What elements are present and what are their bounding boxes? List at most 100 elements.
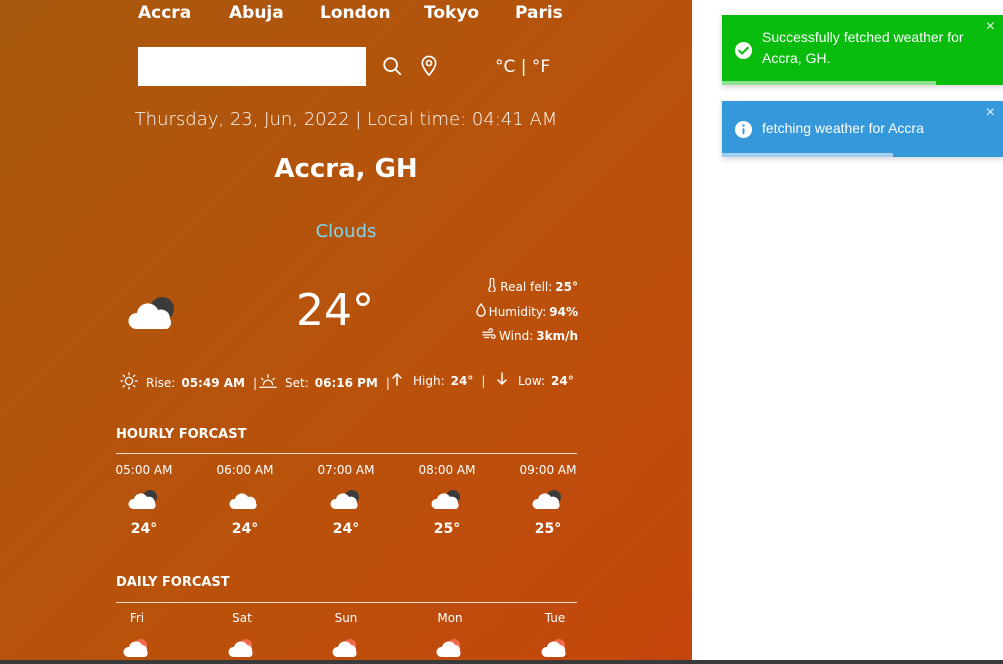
sunset-segment: Set: 06:16 PM | (259, 372, 390, 393)
city-button-accra[interactable]: Accra (138, 3, 191, 23)
high-label: High: (413, 373, 445, 388)
separator: | (385, 375, 390, 390)
cloud-sun-rain-icon (433, 635, 467, 659)
sunrise-segment: Rise: 05:49 AM | (120, 372, 257, 393)
arrow-down-icon (496, 372, 508, 389)
daily-day: Tue (544, 611, 566, 625)
high-value: 24° (450, 373, 474, 388)
hourly-temp: 25° (433, 521, 461, 537)
cloud-sun-rain-icon (329, 635, 363, 659)
separator: | (481, 373, 486, 388)
hourly-forecast-title: HOURLY FORCAST (116, 427, 247, 442)
unit-toggle: °C | °F (495, 57, 550, 77)
low-segment: Low: 24° (496, 372, 574, 389)
success-toast[interactable]: Successfully fetched weather for Accra, … (722, 15, 1003, 85)
daily-item: Mon (415, 611, 485, 659)
sunset-icon (259, 372, 277, 393)
location-title: Accra, GH (274, 154, 418, 184)
sunset-label: Set: (285, 375, 309, 390)
hourly-item: 06:00 AM 24° (210, 463, 280, 537)
cloud-sun-rain-icon (225, 635, 259, 659)
cloud-moon-icon (127, 487, 161, 511)
daily-item: Fri (102, 611, 172, 659)
low-value: 24° (551, 373, 574, 388)
info-toast[interactable]: fetching weather for Accra × (722, 101, 1003, 157)
hourly-time: 06:00 AM (216, 463, 274, 477)
city-button-tokyo[interactable]: Tokyo (424, 3, 479, 23)
cloud-sun-rain-icon (538, 635, 572, 659)
humidity-label: Humidity: (488, 304, 547, 319)
toast-progress-bar (722, 153, 894, 157)
check-circle-icon (734, 41, 753, 60)
city-button-abuja[interactable]: Abuja (229, 3, 284, 23)
sunrise-value: 05:49 AM (181, 375, 245, 390)
close-icon[interactable]: × (986, 18, 995, 36)
high-segment: High: 24° | (391, 372, 485, 389)
hourly-time: 09:00 AM (519, 463, 577, 477)
daily-item: Tue (520, 611, 590, 659)
cloud-moon-icon (430, 487, 464, 511)
wind-row: Wind: 3km/h (482, 328, 578, 343)
humidity-value: 94% (549, 304, 578, 319)
location-pin-icon[interactable] (417, 54, 441, 78)
hourly-item: 07:00 AM 24° (311, 463, 381, 537)
wind-icon (482, 328, 496, 343)
droplet-icon (475, 302, 486, 320)
daily-item: Sat (207, 611, 277, 659)
sunset-value: 06:16 PM (314, 375, 378, 390)
sunrise-label: Rise: (146, 375, 176, 390)
divider (116, 602, 577, 603)
cloud-icon (228, 487, 262, 511)
daily-item: Sun (311, 611, 381, 659)
daily-forecast-title: DAILY FORCAST (116, 575, 230, 590)
city-button-london[interactable]: London (320, 3, 391, 23)
daily-day: Fri (129, 611, 145, 625)
daily-day: Sat (232, 611, 252, 625)
sunrise-icon (120, 372, 138, 393)
separator: | (252, 375, 258, 390)
feels-like-value: 25° (555, 279, 578, 294)
hourly-time: 05:00 AM (115, 463, 173, 477)
hourly-item: 09:00 AM 25° (513, 463, 583, 537)
weather-condition: Clouds (315, 221, 377, 242)
cloud-moon-icon (531, 487, 565, 511)
wind-value: 3km/h (536, 328, 578, 343)
humidity-row: Humidity: 94% (475, 302, 578, 320)
taskbar-edge (0, 660, 1003, 664)
arrow-up-icon (391, 372, 403, 389)
search-input[interactable] (138, 47, 366, 86)
toast-message: fetching weather for Accra (762, 120, 924, 136)
toast-message: Successfully fetched weather for Accra, … (762, 29, 964, 66)
hourly-temp: 25° (534, 521, 562, 537)
search-icon[interactable] (380, 54, 404, 78)
thermometer-icon (487, 277, 497, 295)
weather-app: Accra Abuja London Tokyo Paris °C | °F T… (0, 0, 692, 664)
local-datetime: Thursday, 23, Jun, 2022 | Local time: 04… (134, 109, 558, 130)
hourly-temp: 24° (231, 521, 259, 537)
low-label: Low: (518, 373, 546, 388)
hourly-temp: 24° (130, 521, 158, 537)
cloud-sun-rain-icon (120, 635, 154, 659)
hourly-item: 08:00 AM 25° (412, 463, 482, 537)
hourly-time: 07:00 AM (317, 463, 375, 477)
cloud-moon-icon (329, 487, 363, 511)
hourly-temp: 24° (332, 521, 360, 537)
unit-separator: | (515, 57, 532, 77)
daily-day: Sun (334, 611, 358, 625)
city-nav: Accra Abuja London Tokyo Paris (0, 3, 692, 23)
info-icon (734, 120, 753, 139)
toast-progress-bar (722, 81, 936, 85)
current-temperature: 24° (296, 285, 374, 336)
celsius-button[interactable]: °C (495, 57, 515, 77)
divider (116, 453, 577, 454)
daily-day: Mon (437, 611, 463, 625)
fahrenheit-button[interactable]: °F (532, 57, 550, 77)
hourly-item: 05:00 AM 24° (109, 463, 179, 537)
wind-label: Wind: (499, 328, 534, 343)
feels-like-row: Real fell: 25° (487, 277, 578, 295)
cloud-moon-icon (126, 293, 178, 337)
city-button-paris[interactable]: Paris (515, 3, 563, 23)
close-icon[interactable]: × (986, 104, 995, 122)
hourly-time: 08:00 AM (418, 463, 476, 477)
feels-like-label: Real fell: (500, 279, 553, 294)
